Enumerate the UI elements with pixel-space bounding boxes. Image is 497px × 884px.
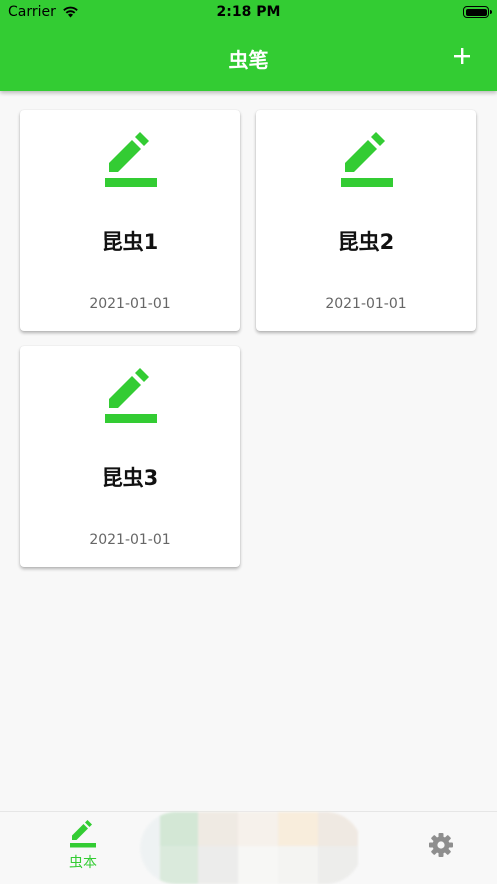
tab-settings[interactable] xyxy=(426,830,456,860)
plus-icon xyxy=(454,48,470,64)
battery-icon xyxy=(463,6,492,18)
note-date: 2021-01-01 xyxy=(89,296,171,312)
note-title: 昆虫2 xyxy=(337,230,395,254)
blurred-overlay xyxy=(140,812,362,884)
pencil-edit-icon xyxy=(70,820,96,848)
gear-icon xyxy=(429,833,453,857)
note-title: 昆虫3 xyxy=(101,466,159,490)
note-card[interactable]: 昆虫3 2021-01-01 xyxy=(20,346,240,567)
pencil-edit-icon xyxy=(105,368,157,423)
note-date: 2021-01-01 xyxy=(89,532,171,548)
pencil-edit-icon xyxy=(105,132,157,187)
add-button[interactable] xyxy=(449,40,475,72)
status-time: 2:18 PM xyxy=(216,4,281,20)
note-date: 2021-01-01 xyxy=(325,296,407,312)
note-title: 昆虫1 xyxy=(101,230,159,254)
note-card[interactable]: 昆虫2 2021-01-01 xyxy=(256,110,476,331)
tab-notes[interactable]: 虫本 xyxy=(48,820,118,872)
navigation-bar: Carrier 2:18 PM 虫笔 xyxy=(0,0,497,91)
pencil-edit-icon xyxy=(341,132,393,187)
page-title: 虫笔 xyxy=(228,48,269,72)
tab-bar: 虫本 xyxy=(0,811,497,884)
note-card[interactable]: 昆虫1 2021-01-01 xyxy=(20,110,240,331)
status-bar: Carrier 2:18 PM xyxy=(0,0,497,26)
tab-notes-label: 虫本 xyxy=(69,855,97,871)
